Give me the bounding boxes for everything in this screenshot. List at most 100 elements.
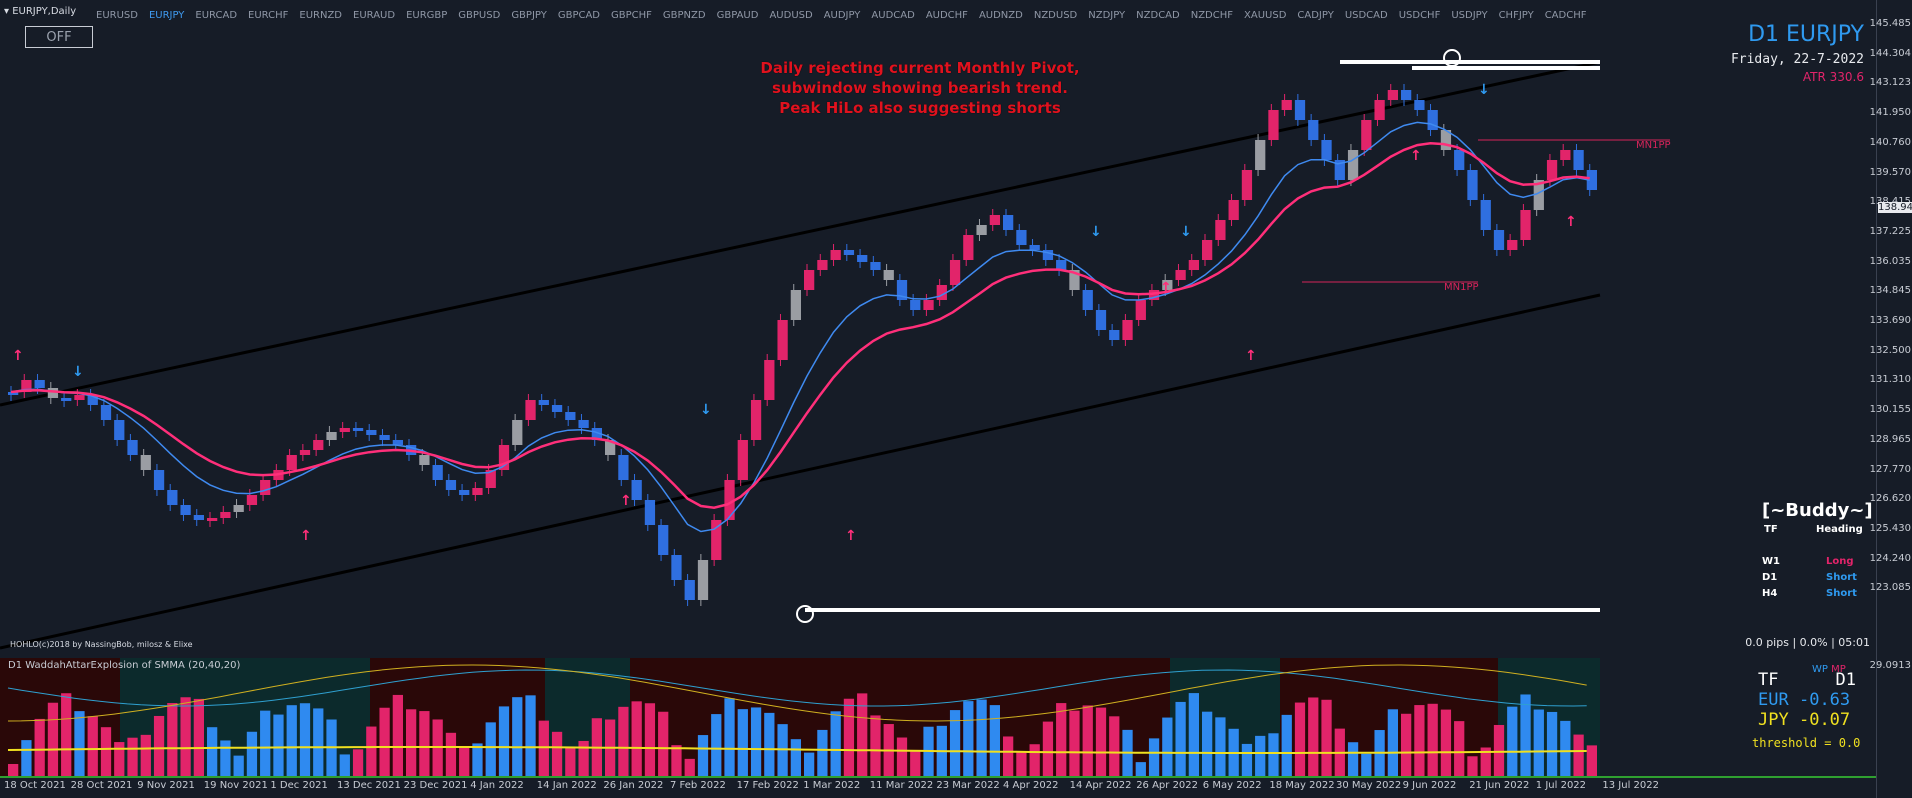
sell-arrow-icon: ↓	[1180, 224, 1192, 240]
histogram-bar	[1135, 762, 1146, 776]
histogram-bar	[1109, 716, 1120, 776]
histogram-bar	[764, 712, 775, 776]
time-tick: 9 Nov 2021	[137, 780, 195, 791]
histogram-bar	[406, 709, 417, 776]
histogram-bar	[1029, 744, 1040, 776]
candle-body	[233, 505, 244, 512]
histogram-bar	[1387, 709, 1398, 776]
price-axis[interactable]: 145.485 144.304 143.123 141.950 140.760 139.5…	[1870, 0, 1912, 798]
price-tick: 144.304	[1869, 47, 1911, 59]
price-tick: 132.500	[1869, 344, 1911, 356]
histogram-bar	[459, 747, 470, 776]
candle-body	[910, 300, 921, 310]
histogram-bar	[1188, 693, 1199, 776]
histogram-bar	[220, 740, 231, 776]
time-tick: 19 Nov 2021	[203, 780, 268, 791]
histogram-bar	[1069, 710, 1080, 776]
buddy-heading: Long	[1826, 556, 1854, 567]
candle-body	[445, 480, 457, 490]
waddah-attar-subwindow[interactable]	[0, 658, 1876, 778]
candle-body	[1347, 150, 1359, 180]
threshold-label: threshold = 0.0	[1752, 736, 1861, 750]
candle-body	[1308, 120, 1319, 140]
candle-body	[1520, 210, 1531, 240]
candle-body	[551, 405, 563, 412]
candle-body	[1507, 240, 1518, 250]
candle-body	[153, 470, 165, 490]
subwindow-title: D1 WaddahAttarExplosion of SMMA (20,40,2…	[8, 660, 241, 671]
atr-label: ATR 330.6	[1802, 70, 1864, 84]
histogram-bar	[870, 715, 881, 776]
time-tick: 4 Jan 2022	[470, 780, 524, 791]
candle-body	[658, 525, 669, 555]
histogram-bar	[47, 702, 59, 776]
candle-body	[180, 505, 191, 515]
time-tick: 11 Mar 2022	[869, 780, 934, 791]
buddy-tf: D1	[1762, 572, 1778, 583]
candle-body	[326, 432, 337, 440]
time-tick: 13 Jul 2022	[1602, 780, 1659, 791]
price-tick: 124.240	[1869, 552, 1911, 564]
histogram-bar	[684, 758, 695, 776]
candle-body	[1573, 150, 1584, 170]
histogram-bar	[1321, 699, 1332, 776]
candle-body	[711, 520, 722, 560]
histogram-bar	[313, 708, 324, 776]
date-label: Friday, 22-7-2022	[1730, 52, 1864, 67]
histogram-bar	[1560, 720, 1571, 776]
histogram-bar	[352, 749, 364, 776]
candle-body	[989, 215, 1000, 225]
histogram-bar	[790, 739, 801, 776]
candle-body	[618, 455, 629, 480]
histogram-bar	[1586, 745, 1597, 776]
histogram-bar	[1347, 742, 1359, 776]
candle-body	[1480, 200, 1491, 230]
chart-window: ▾ EURJPY,Daily EURUSD EURJPY EURCAD EURCHF E…	[0, 0, 1912, 798]
price-tick: 134.845	[1869, 285, 1911, 297]
sell-arrow-icon: ↓	[700, 402, 712, 418]
histogram-bar	[140, 734, 151, 776]
histogram-bar	[1162, 717, 1173, 776]
histogram-bar	[485, 722, 496, 776]
candle-body	[1215, 220, 1226, 240]
candle-body	[1255, 140, 1266, 170]
histogram-bar	[1507, 706, 1518, 776]
candle-body	[883, 270, 894, 280]
histogram-bar	[21, 740, 32, 776]
time-tick: 14 Apr 2022	[1069, 780, 1132, 791]
candle-body	[764, 360, 775, 400]
histogram-bar	[379, 707, 390, 776]
time-tick: 23 Dec 2021	[403, 780, 468, 791]
candle-body	[459, 490, 470, 495]
buddy-heading: Short	[1826, 588, 1857, 599]
sell-arrow-icon: ↓	[1090, 224, 1102, 240]
chart-annotation: Daily rejecting current Monthly Pivot, s…	[760, 59, 1080, 117]
histogram-bar	[114, 742, 125, 776]
histogram-bar	[273, 714, 284, 776]
candle-body	[419, 455, 430, 465]
candle-body	[750, 400, 762, 440]
candle-body	[1241, 170, 1253, 200]
histogram-bar	[366, 726, 377, 776]
price-tick: 145.485	[1869, 18, 1911, 29]
candle-body	[777, 320, 788, 360]
candle-body	[220, 512, 231, 518]
histogram-bar	[1241, 743, 1253, 776]
candle-body	[74, 395, 85, 400]
price-tick: 123.085	[1869, 582, 1911, 594]
price-tick: 125.430	[1869, 522, 1911, 534]
price-tick: 139.570	[1869, 166, 1911, 178]
histogram-bar	[1520, 694, 1531, 776]
candle-body	[1493, 230, 1505, 250]
histogram-bar	[618, 706, 629, 776]
candle-body	[512, 420, 523, 445]
histogram-bar	[750, 707, 762, 776]
histogram-bar	[1467, 756, 1478, 776]
buy-arrow-icon: ↑	[1160, 280, 1172, 296]
candle-body	[1401, 90, 1412, 100]
histogram-bar	[419, 711, 430, 776]
candle-body	[923, 300, 934, 310]
candle-body	[1467, 170, 1478, 200]
time-tick: 1 Dec 2021	[270, 780, 328, 791]
candle-body	[790, 290, 801, 320]
